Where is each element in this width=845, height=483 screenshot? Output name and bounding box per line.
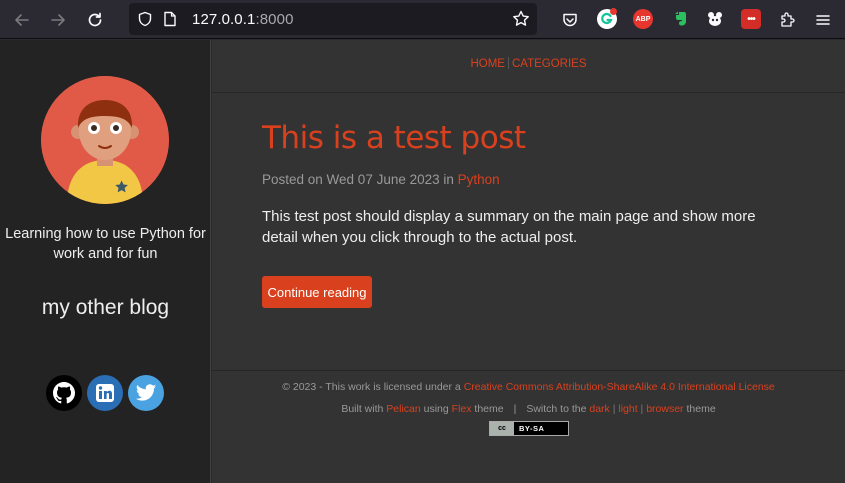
puzzle-piece-icon [781,12,795,27]
tampermonkey-icon[interactable] [705,9,725,29]
back-button[interactable] [9,7,35,33]
footer-built-with: Built with [341,403,387,415]
linkedin-icon [96,384,114,402]
pocket-button[interactable] [557,7,583,33]
app-menu-button[interactable] [810,7,836,33]
adblock-plus-icon[interactable]: ABP [633,9,653,29]
tracking-protection-shield-icon[interactable] [137,11,153,27]
light-theme-link[interactable]: light [618,403,637,415]
cc-badge-text: BY-SA [519,424,545,433]
forward-arrow-icon [51,14,65,26]
sidebar: Learning how to use Python for work and … [0,40,211,483]
footer-separator: | [513,403,517,415]
url-bar[interactable]: 127.0.0.1:8000 [129,3,537,35]
reload-button[interactable] [82,7,108,33]
avatar-illustration [41,76,169,204]
github-icon [53,382,75,404]
hamburger-menu-icon [816,15,830,25]
grammarly-badge [610,8,617,15]
url-host: 127.0.0.1 [192,11,256,28]
footer-copyright: © 2023 - This work is licensed under a [282,381,464,393]
footer-built-line: Built with Pelican using Flex theme | Swit… [341,403,716,415]
pocket-icon [563,13,577,27]
forward-button[interactable] [45,7,71,33]
twitter-icon [135,384,157,401]
post-meta: Posted on Wed 07 June 2023 in Python [262,172,500,187]
dark-theme-link[interactable]: dark [589,403,609,415]
evernote-icon[interactable] [670,9,690,29]
github-link[interactable] [46,375,82,411]
main-content: HOME CATEGORIES This is a test post Poste… [212,40,845,483]
browser-toolbar: 127.0.0.1:8000 ABP ••• [0,0,845,39]
nav-categories-link[interactable]: CATEGORIES [512,58,587,70]
url-text[interactable]: 127.0.0.1:8000 [192,11,294,28]
lastpass-icon[interactable]: ••• [741,9,761,29]
post-summary: This test post should display a summary … [262,208,756,246]
reload-icon [88,12,102,27]
nav-home-link[interactable]: HOME [470,58,505,70]
linkedin-link[interactable] [87,375,123,411]
footer-license-line: © 2023 - This work is licensed under a C… [212,381,845,393]
url-port: :8000 [255,11,294,28]
footer-theme: theme [471,403,504,415]
browser-theme-link[interactable]: browser [646,403,683,415]
extensions-button[interactable] [775,7,801,33]
license-link[interactable]: Creative Commons Attribution-ShareAlike … [464,381,775,393]
post-title[interactable]: This is a test post [262,120,526,156]
back-arrow-icon [15,14,29,26]
flex-link[interactable]: Flex [452,403,472,415]
continue-reading-button[interactable]: Continue reading [262,276,372,308]
footer-switch-to: Switch to the [526,403,590,415]
bookmark-star-icon[interactable] [511,9,531,29]
site-subtitle[interactable]: my other blog [0,296,211,320]
twitter-link[interactable] [128,375,164,411]
post-date: Posted on Wed 07 June 2023 in [262,172,458,187]
top-nav: HOME CATEGORIES [212,40,845,93]
avatar[interactable] [41,76,169,204]
cc-license-badge[interactable]: cc BY-SA [489,421,569,436]
post-category-link[interactable]: Python [458,172,500,187]
nav-divider [507,57,509,69]
site-tagline: Learning how to use Python for work and … [5,226,206,262]
footer-theme-end: theme [683,403,716,415]
footer-using: using [420,403,452,415]
page-info-icon[interactable] [163,11,177,27]
pelican-link[interactable]: Pelican [386,403,420,415]
footer: © 2023 - This work is licensed under a C… [212,370,845,436]
cc-logo-icon: cc [490,422,514,435]
